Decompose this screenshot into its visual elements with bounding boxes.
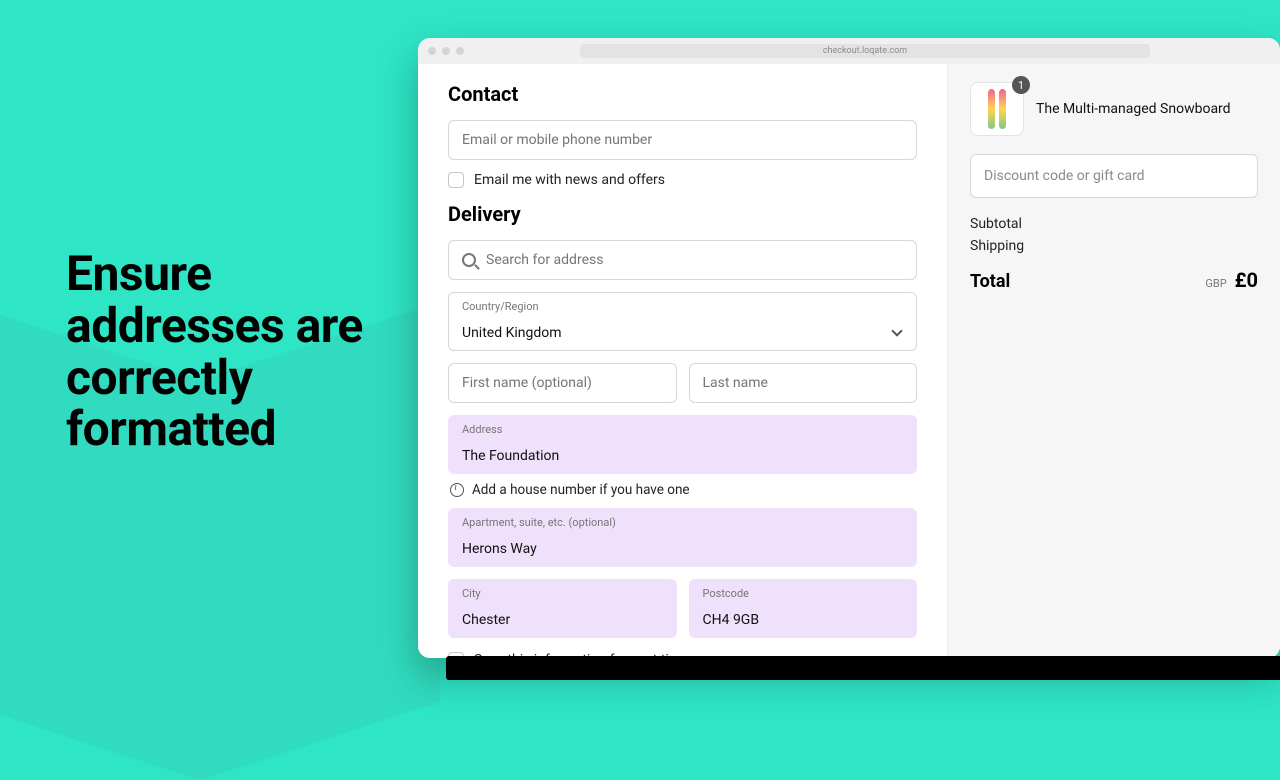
apartment-field[interactable]: Apartment, suite, etc. (optional) Herons… [448,508,917,567]
news-checkbox-label: Email me with news and offers [474,172,665,188]
total-amount: £0 [1235,268,1258,292]
address-search-placeholder: Search for address [486,252,603,268]
traffic-light-max[interactable] [456,47,464,55]
address-search-input[interactable]: Search for address [448,240,917,280]
apartment-label: Apartment, suite, etc. (optional) [462,516,616,529]
traffic-light-close[interactable] [428,47,436,55]
product-thumbnail: 1 [970,82,1024,136]
postcode-value: CH4 9GB [703,612,760,628]
total-label: Total [970,271,1010,292]
address-hint: Add a house number if you have one [450,482,917,498]
info-icon [450,483,464,497]
total-row: Total GBP £0 [970,268,1258,292]
postcode-label: Postcode [703,587,750,600]
email-field[interactable]: Email or mobile phone number [448,120,917,160]
window-titlebar: checkout.loqate.com [418,38,1280,64]
address-field[interactable]: Address The Foundation [448,415,917,474]
country-select[interactable]: Country/Region United Kingdom [448,292,917,351]
subtotal-label: Subtotal [970,216,1022,232]
city-label: City [462,587,481,600]
delivery-heading: Delivery [448,202,917,226]
city-field[interactable]: City Chester [448,579,677,638]
marketing-headline: Ensure addresses are correctly formatted [66,248,396,455]
shipping-label: Shipping [970,238,1024,254]
discount-code-input[interactable]: Discount code or gift card [970,154,1258,198]
url-text: checkout.loqate.com [823,46,907,56]
last-name-field[interactable]: Last name [689,363,918,403]
shipping-row: Shipping [970,238,1258,254]
traffic-light-min[interactable] [442,47,450,55]
address-value: The Foundation [462,448,559,464]
first-name-placeholder: First name (optional) [462,375,592,391]
email-placeholder: Email or mobile phone number [462,132,652,148]
country-value: United Kingdom [462,325,562,341]
subtotal-row: Subtotal [970,216,1258,232]
url-bar[interactable]: checkout.loqate.com [580,44,1150,58]
address-label: Address [462,423,502,436]
cart-item: 1 The Multi-managed Snowboard [970,82,1258,136]
order-summary: 1 The Multi-managed Snowboard Discount c… [948,64,1280,658]
address-hint-text: Add a house number if you have one [472,482,690,498]
checkbox-icon [448,172,464,188]
shadow-bar [446,656,1280,680]
checkout-form: Contact Email or mobile phone number Ema… [418,64,948,658]
apartment-value: Herons Way [462,541,537,557]
browser-window: checkout.loqate.com Contact Email or mob… [418,38,1280,658]
country-label: Country/Region [462,300,539,313]
city-value: Chester [462,612,510,628]
postcode-field[interactable]: Postcode CH4 9GB [689,579,918,638]
chevron-down-icon [891,327,903,339]
discount-placeholder: Discount code or gift card [984,168,1145,184]
contact-heading: Contact [448,82,917,106]
last-name-placeholder: Last name [703,375,768,391]
currency-code: GBP [1205,277,1226,290]
quantity-badge: 1 [1012,76,1030,94]
product-name: The Multi-managed Snowboard [1036,101,1231,117]
news-checkbox-row[interactable]: Email me with news and offers [448,172,917,188]
search-icon [462,253,476,267]
first-name-field[interactable]: First name (optional) [448,363,677,403]
